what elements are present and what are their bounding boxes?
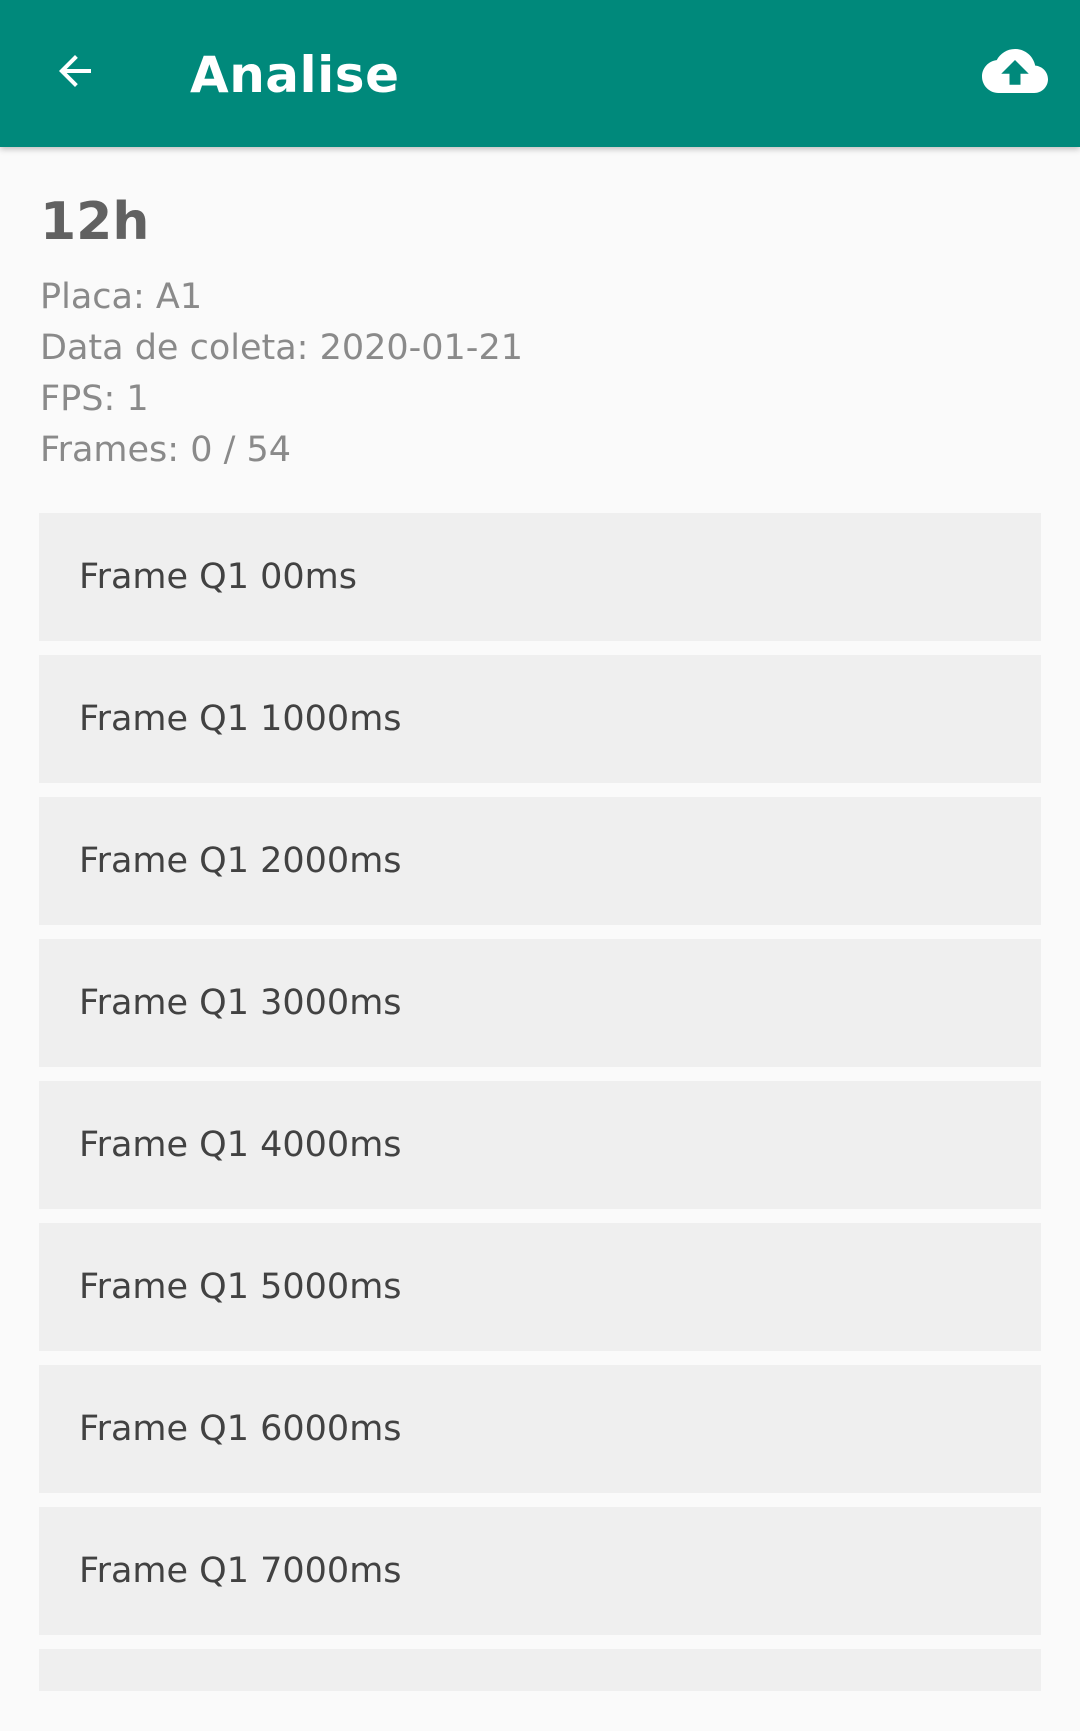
frame-list: Frame Q1 00ms Frame Q1 1000ms Frame Q1 2… (39, 513, 1041, 1705)
frame-list-item[interactable]: Frame Q1 4000ms (39, 1081, 1041, 1209)
data-coleta-text: Data de coleta: 2020-01-21 (40, 328, 523, 368)
frame-list-item-partial[interactable] (39, 1649, 1041, 1691)
frame-list-item[interactable]: Frame Q1 7000ms (39, 1507, 1041, 1635)
app-bar: Analise (0, 0, 1080, 147)
frame-label: Frame Q1 6000ms (79, 1409, 402, 1449)
frame-list-item[interactable]: Frame Q1 00ms (39, 513, 1041, 641)
frame-list-item[interactable]: Frame Q1 1000ms (39, 655, 1041, 783)
frame-label: Frame Q1 00ms (79, 557, 357, 597)
back-button[interactable] (30, 28, 120, 118)
analysis-heading: 12h (40, 192, 150, 252)
frame-list-item[interactable]: Frame Q1 2000ms (39, 797, 1041, 925)
upload-button[interactable] (970, 28, 1060, 118)
fps-text: FPS: 1 (40, 379, 149, 419)
page-title: Analise (190, 46, 400, 104)
placa-text: Placa: A1 (40, 277, 203, 317)
arrow-left-icon (51, 47, 99, 99)
frame-label: Frame Q1 5000ms (79, 1267, 402, 1307)
frame-list-item[interactable]: Frame Q1 3000ms (39, 939, 1041, 1067)
frame-list-item[interactable]: Frame Q1 6000ms (39, 1365, 1041, 1493)
frame-label: Frame Q1 3000ms (79, 983, 402, 1023)
frame-label: Frame Q1 4000ms (79, 1125, 402, 1165)
app-screen: Analise 12h Placa: A1 Data de coleta: 20… (0, 0, 1080, 1731)
frame-label: Frame Q1 7000ms (79, 1551, 402, 1591)
frames-count-text: Frames: 0 / 54 (40, 430, 292, 470)
frame-label: Frame Q1 2000ms (79, 841, 402, 881)
frame-list-item[interactable]: Frame Q1 5000ms (39, 1223, 1041, 1351)
cloud-upload-icon (982, 38, 1048, 108)
frame-label: Frame Q1 1000ms (79, 699, 402, 739)
